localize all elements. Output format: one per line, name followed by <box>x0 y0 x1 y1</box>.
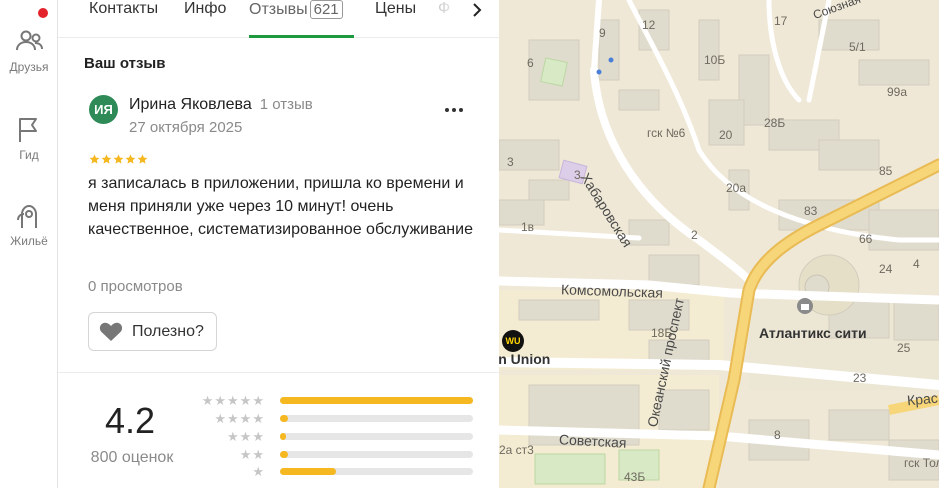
map-house-number: 20 <box>719 128 733 142</box>
rating-distribution-row[interactable]: ★ <box>196 465 476 479</box>
rating-bar-fill <box>280 451 288 458</box>
map-house-number: 8 <box>774 428 781 442</box>
map-house-number: 99а <box>887 85 908 99</box>
rating-count: 800 оценок <box>90 449 174 466</box>
tab-info[interactable]: Инфо <box>184 0 226 18</box>
rating-row-stars: ★★★★ <box>214 411 265 426</box>
map-house-number: гск Тол <box>904 456 939 470</box>
map-house-number: 66 <box>859 232 873 246</box>
friends-icon <box>16 30 43 51</box>
star-icon <box>101 152 112 164</box>
map-house-number: 23 <box>853 371 867 385</box>
map-house-number: 4 <box>913 257 920 271</box>
dot-icon <box>445 108 449 112</box>
tab-bar: Контакты Инфо Отзывы621 Цены Ф <box>58 0 499 38</box>
rating-distribution-row[interactable]: ★★★ <box>196 430 476 444</box>
divider <box>58 372 499 373</box>
poi-label-atlantics-city[interactable]: Атлантикс сити <box>759 325 867 341</box>
tab-contacts[interactable]: Контакты <box>89 0 158 18</box>
your-review-title: Ваш отзыв <box>84 55 166 72</box>
rating-bar-fill <box>280 433 286 440</box>
map-house-number: 10Б <box>704 53 726 67</box>
housing-icon <box>17 204 37 228</box>
star-icon <box>113 152 124 164</box>
map-house-number: 85 <box>879 164 893 178</box>
shopping-mall-icon[interactable] <box>797 298 813 314</box>
more-options-button[interactable] <box>442 100 466 120</box>
tab-reviews[interactable]: Отзывы 621 <box>249 0 343 19</box>
star-icon <box>137 152 148 164</box>
map-house-number: 9 <box>599 26 606 40</box>
map-house-number: 2 <box>691 228 698 242</box>
heart-icon <box>99 322 123 341</box>
rating-row-stars: ★★★★★ <box>201 393 265 408</box>
map-house-number: гск №6 <box>647 126 686 140</box>
rail-item-label: Гид <box>19 148 39 162</box>
map-house-number: 25 <box>897 341 911 355</box>
star-icon <box>125 152 136 164</box>
map-house-number: 20а <box>726 181 747 195</box>
map-house-number: 43Б <box>624 470 646 484</box>
rating-row-stars: ★★ <box>239 447 265 462</box>
rating-distribution-row[interactable]: ★★★★ <box>196 412 476 426</box>
tab-reviews-label: Отзывы <box>249 1 308 18</box>
useful-button-label: Полезно? <box>132 323 204 340</box>
rating-row-stars: ★ <box>252 464 265 479</box>
active-tab-indicator <box>249 35 354 38</box>
map-house-number: 28Б <box>764 116 786 130</box>
flag-icon <box>19 118 37 142</box>
rating-row-stars: ★★★ <box>227 429 265 444</box>
map-house-number: 6 <box>527 56 534 70</box>
author-reviews-count: 1 отзыв <box>259 96 313 113</box>
review-author[interactable]: Ирина Яковлева 1 отзыв <box>129 96 313 114</box>
rating-distribution-row[interactable]: ★★ <box>196 448 476 462</box>
tab-fade <box>429 0 499 36</box>
rating-bar-track <box>280 451 473 458</box>
review-text: я записалась в приложении, пришла ко вре… <box>88 175 473 238</box>
rating-bar-track <box>280 397 473 404</box>
dot-icon <box>459 108 463 112</box>
map-house-number: 83 <box>804 204 818 218</box>
rail-item-housing[interactable]: Жильё <box>0 200 58 248</box>
map-house-number: 5/1 <box>849 40 866 54</box>
map-house-number: 12 <box>642 18 656 32</box>
map[interactable]: 12 9 6 10Б 17 Союзная 5/1 99а 28Б гск №6… <box>499 0 939 488</box>
rail-item-friends[interactable]: Друзья <box>0 26 58 74</box>
chevron-right-icon[interactable] <box>469 2 485 18</box>
poi-label-western-union[interactable]: ern Union <box>499 351 550 367</box>
map-house-number: 17 <box>774 14 788 28</box>
map-canvas[interactable] <box>499 0 939 488</box>
rating-bar-track <box>280 415 473 422</box>
western-union-icon[interactable]: WU <box>502 330 524 352</box>
map-house-number: 24 <box>879 262 893 276</box>
rating-bar-track <box>280 468 473 475</box>
notification-dot <box>38 8 48 18</box>
left-rail: Друзья Гид Жильё <box>0 0 58 488</box>
review-date: 27 октября 2025 <box>129 119 243 136</box>
map-house-number: 2а ст3 <box>499 443 534 457</box>
author-name[interactable]: Ирина Яковлева <box>129 96 252 113</box>
review-views: 0 просмотров <box>88 278 183 295</box>
rail-item-guide[interactable]: Гид <box>0 114 58 162</box>
rating-value: 4.2 <box>104 400 156 441</box>
rating-distribution-row[interactable]: ★★★★★ <box>196 394 476 408</box>
rail-item-label: Жильё <box>10 234 48 248</box>
star-icon <box>89 152 100 164</box>
map-house-number: 1в <box>521 220 535 234</box>
dot-icon <box>452 108 456 112</box>
tab-prices[interactable]: Цены <box>375 0 416 18</box>
rating-bar-fill <box>280 397 473 404</box>
reviews-count-badge: 621 <box>309 0 343 19</box>
review-stars <box>89 152 149 164</box>
map-street: Крас <box>906 389 939 409</box>
rail-item-label: Друзья <box>9 60 49 74</box>
rating-bar-fill <box>280 468 336 475</box>
rating-bar-fill <box>280 415 288 422</box>
map-house-number: 3 <box>507 155 514 169</box>
rating-bar-track <box>280 433 473 440</box>
useful-button[interactable]: Полезно? <box>88 312 217 351</box>
org-panel: Контакты Инфо Отзывы621 Цены Ф Ваш отзыв… <box>58 0 499 488</box>
avatar[interactable]: ИЯ <box>89 95 118 124</box>
